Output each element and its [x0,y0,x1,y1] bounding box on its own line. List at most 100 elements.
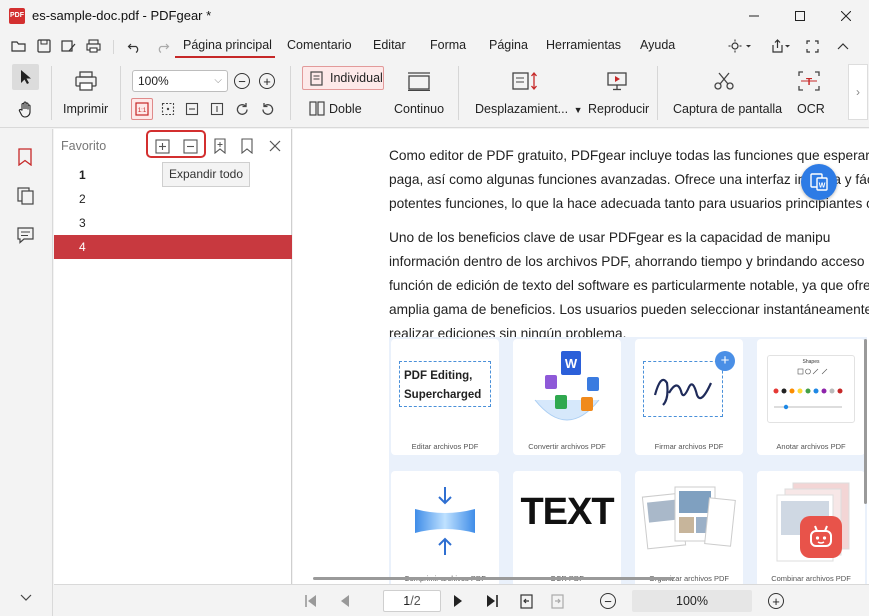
zoom-level-display[interactable]: 100% [632,590,752,612]
title-bar: PDF es-sample-doc.pdf - PDFgear * [0,0,869,32]
pages-icon [17,187,34,205]
close-panel-button[interactable] [265,136,285,156]
horizontal-scrollbar[interactable] [313,577,673,580]
menu-ayuda[interactable]: Ayuda [640,38,675,52]
minimize-button[interactable] [731,0,777,32]
print-button[interactable]: Imprimir [63,102,108,116]
next-page-button[interactable] [448,591,468,611]
fit-height-icon [210,102,224,116]
fit-page-button[interactable] [157,98,179,120]
redo-button[interactable] [154,37,172,55]
paragraph-line: función de edición de texto del software… [389,278,869,293]
maximize-button[interactable] [777,0,823,32]
double-page-button[interactable]: Doble [329,102,362,116]
ocr-button[interactable]: OCR [797,102,825,116]
undo-button[interactable] [125,37,143,55]
single-page-view-button[interactable]: Individual [302,66,384,90]
actual-size-button[interactable]: 1:1 [131,98,153,120]
robot-icon [810,525,832,547]
menu-pagina-principal[interactable]: Página principal [183,38,272,52]
add-bookmark-button[interactable] [210,136,230,156]
bookmark-panel-button[interactable] [17,148,35,167]
share-button[interactable] [770,37,792,55]
highlight-annotation-box [146,130,206,158]
ribbon-scroll-right-button[interactable]: › [848,64,868,120]
zoom-out-button[interactable]: − [231,70,253,92]
rotate-left-button[interactable] [256,98,278,120]
tile-caption: Editar archivos PDF [411,442,479,451]
save-as-button[interactable] [59,37,77,55]
print-button-icon[interactable] [73,69,99,93]
floating-convert-button[interactable]: W [801,164,837,200]
bookmark-item[interactable]: 1 [54,163,292,187]
tile-organize: Organizar archivos PDF [635,471,743,584]
rail-expand-button[interactable] [20,591,34,601]
go-forward-button[interactable] [548,591,568,611]
bookmark-item[interactable]: 2 [54,187,292,211]
fit-width-button[interactable] [181,98,203,120]
zoom-in-icon: + [768,593,784,609]
save-icon [37,39,51,53]
zoom-in-button[interactable]: + [256,70,278,92]
vertical-scrollbar[interactable] [864,339,867,504]
scissors-icon [714,72,734,90]
thumbnails-panel-button[interactable] [17,187,35,205]
printer-icon [85,39,101,53]
ocr-icon-button[interactable]: T [796,69,822,93]
menu-comentario[interactable]: Comentario [287,38,352,52]
divider [51,66,52,120]
bookmark-item-selected[interactable]: 4 [54,235,292,259]
theme-button[interactable] [727,37,753,55]
continuous-view-icon[interactable] [406,69,432,93]
last-page-button[interactable] [482,591,502,611]
zoom-select[interactable]: 100% ⌵ [132,70,228,92]
slideshow-icon-button[interactable] [604,69,630,93]
tile-caption: Combinar archivos PDF [771,574,851,583]
collapse-ribbon-button[interactable] [834,37,852,55]
bookmark-options-button[interactable] [237,136,257,156]
ocr-scan-icon: T [798,71,820,91]
scroll-document-icon [512,71,537,91]
paragraph-line: Como editor de PDF gratuito, PDFgear inc… [389,148,869,163]
rotate-right-button[interactable] [231,98,253,120]
slideshow-button[interactable]: Reproducir [588,102,649,116]
select-tool-button[interactable] [12,64,39,90]
divider [120,66,121,120]
open-folder-button[interactable] [10,37,28,55]
go-back-button[interactable] [516,591,536,611]
comments-panel-button[interactable] [17,227,35,245]
save-button[interactable] [35,37,53,55]
close-icon [269,140,281,152]
menu-editar[interactable]: Editar [373,38,406,52]
page-number-input[interactable]: 1/2 [383,590,441,612]
single-page-icon [310,71,323,86]
convert-word-icon: W [810,173,828,191]
document-viewer[interactable]: Como editor de PDF gratuito, PDFgear inc… [293,129,869,584]
minimize-icon [749,15,759,17]
shapes-palette-art: Shapes [767,355,855,423]
scroll-mode-icon[interactable] [510,69,540,93]
hand-tool-button[interactable] [14,98,38,120]
bookmark-item[interactable]: 3 [54,211,292,235]
ai-assistant-button[interactable] [800,516,842,558]
screenshot-icon-button[interactable] [711,69,737,93]
print-quick-button[interactable] [84,37,102,55]
previous-page-button[interactable] [335,591,355,611]
scroll-mode-dropdown[interactable]: Desplazamient... ▼ [475,102,583,116]
page-back-icon [520,594,533,609]
rotate-clockwise-icon [236,102,248,115]
status-zoom-out-button[interactable]: − [598,591,618,611]
fit-height-button[interactable] [206,98,228,120]
menu-pagina[interactable]: Página [489,38,528,52]
paragraph-line: paga, así como algunas funciones avanzad… [389,172,869,187]
continuous-view-button[interactable]: Continuo [394,102,444,116]
fullscreen-button[interactable] [803,37,821,55]
status-zoom-in-button[interactable]: + [766,591,786,611]
screenshot-button[interactable]: Captura de pantalla [673,102,782,116]
first-page-button[interactable] [301,591,321,611]
fit-width-icon [185,102,199,116]
sun-icon [728,39,751,53]
menu-forma[interactable]: Forma [430,38,466,52]
close-button[interactable] [823,0,869,32]
menu-herramientas[interactable]: Herramientas [546,38,621,52]
